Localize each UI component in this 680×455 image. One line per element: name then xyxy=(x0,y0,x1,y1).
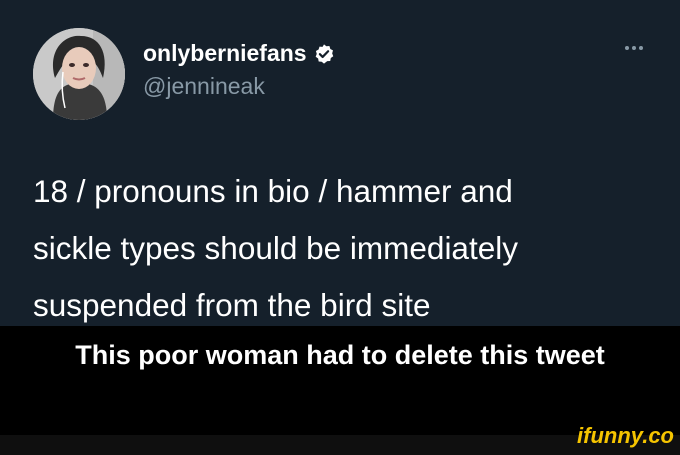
tweet-text-line: 18 / pronouns in bio / hammer and xyxy=(33,173,513,209)
tweet-text: 18 / pronouns in bio / hammer and sickle… xyxy=(33,163,653,334)
tweet-text-line: suspended from the bird site xyxy=(33,287,431,323)
ifunny-watermark: ifunny.co xyxy=(577,423,674,448)
tweet-card: onlyberniefans @jennineak 18 / pronouns … xyxy=(0,0,680,326)
profile-photo xyxy=(33,28,125,120)
more-options-icon[interactable] xyxy=(618,36,650,60)
more-dot xyxy=(625,46,629,50)
more-dot xyxy=(639,46,643,50)
meme-caption: This poor woman had to delete this tweet xyxy=(75,340,605,370)
verified-badge-icon xyxy=(313,43,335,65)
display-name-text: onlyberniefans xyxy=(143,40,307,66)
display-name[interactable]: onlyberniefans xyxy=(143,40,335,67)
more-dot xyxy=(632,46,636,50)
user-handle[interactable]: @jennineak xyxy=(143,73,265,100)
tweet-text-line: sickle types should be immediately xyxy=(33,230,518,266)
avatar[interactable] xyxy=(33,28,125,120)
